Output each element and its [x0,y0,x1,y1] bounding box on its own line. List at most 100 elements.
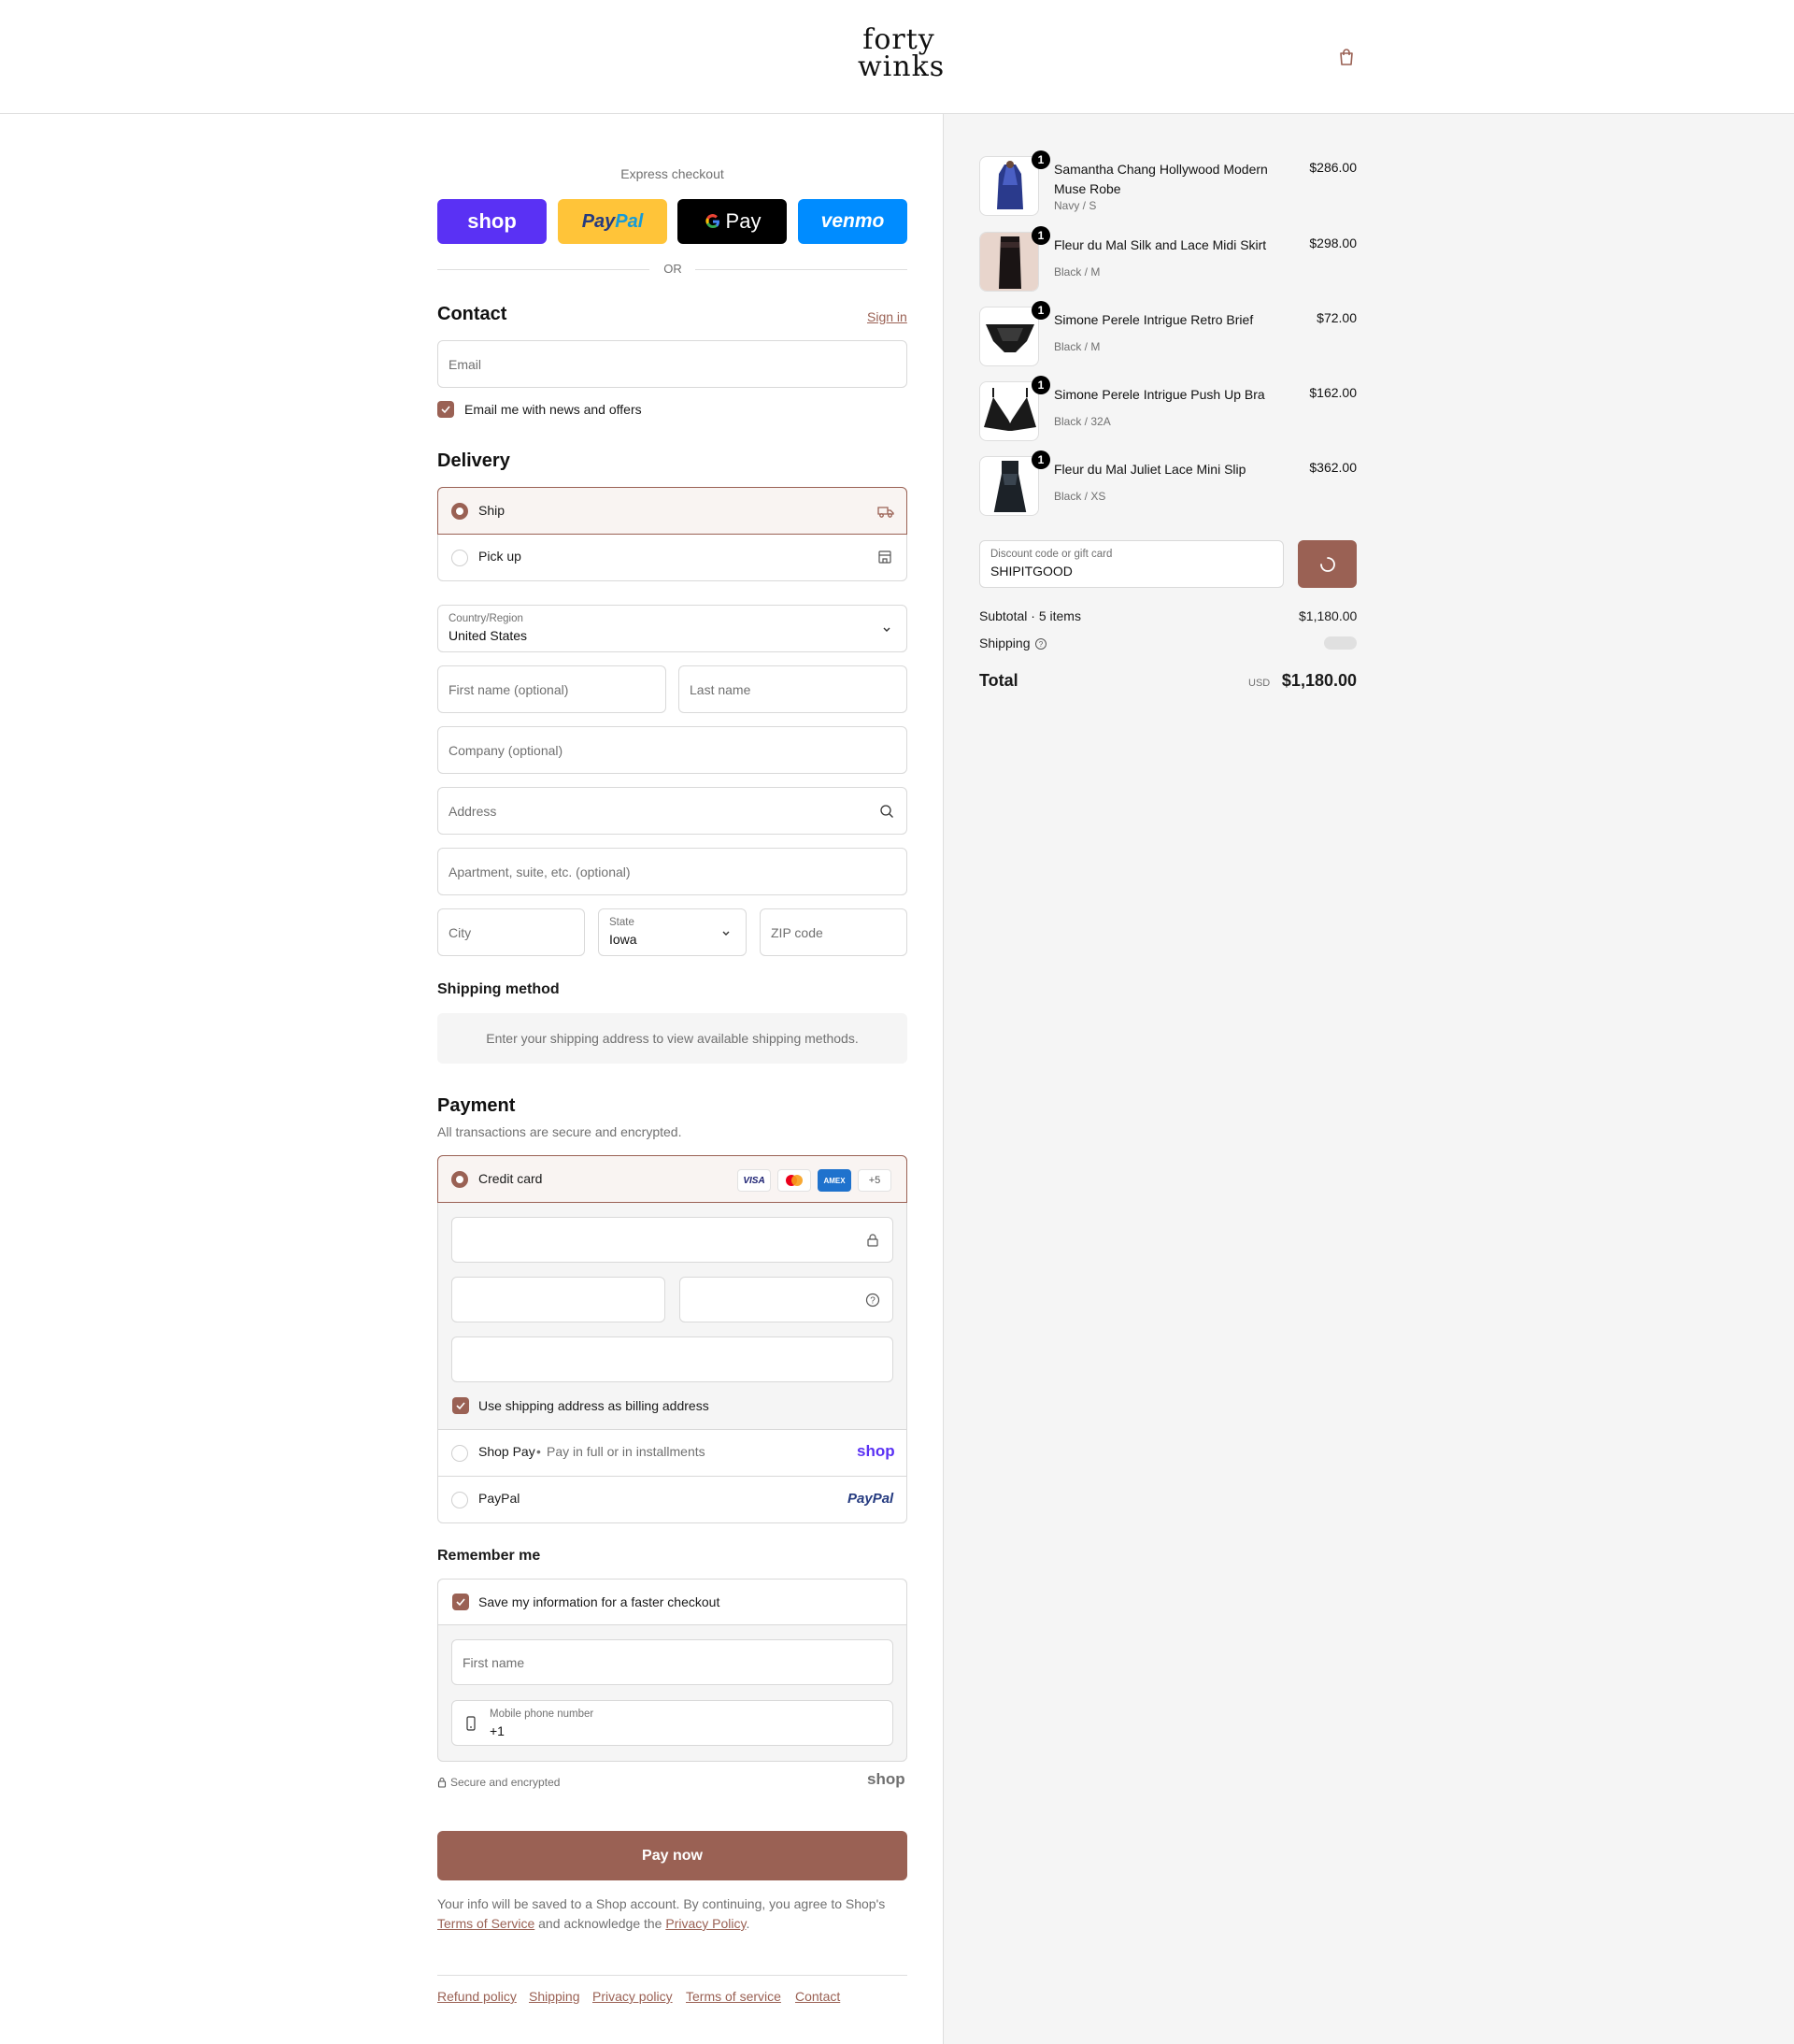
divider [437,269,649,270]
mobile-phone-value: +1 [490,1723,505,1738]
item-variant: Black / 32A [1054,415,1111,428]
legal-line: Your info will be saved to a Shop accoun… [437,1896,886,1911]
credit-card-radio[interactable] [451,1171,468,1188]
pay-now-button[interactable]: Pay now [437,1831,907,1880]
item-name: Fleur du Mal Juliet Lace Mini Slip [1054,462,1246,477]
ship-option[interactable]: Ship [437,487,907,535]
save-info-option[interactable]: Save my information for a faster checkou… [438,1579,906,1625]
footer-link-contact[interactable]: Contact [795,1989,840,2004]
email-field[interactable]: Email [437,340,907,388]
country-label: Country/Region [448,613,523,624]
header: forty winks [0,0,1794,114]
pickup-option[interactable]: Pick up [437,535,907,581]
legal-text: Your info will be saved to a Shop accoun… [437,1894,907,1934]
billing-address-label: Use shipping address as billing address [478,1398,709,1413]
state-select[interactable]: State Iowa [598,908,747,956]
state-value: Iowa [609,932,637,947]
shipping-method-notice: Enter your shipping address to view avai… [437,1013,907,1064]
store-icon [878,550,891,564]
product-thumbnail [979,307,1039,366]
discount-code-input[interactable]: Discount code or gift card SHIPITGOOD [979,540,1284,588]
google-pay-express-button[interactable]: Pay [677,199,787,244]
footer-link-privacy-policy[interactable]: Privacy policy [592,1989,673,2004]
last-name-field[interactable]: Last name [678,665,907,713]
help-icon[interactable]: ? [864,1292,881,1308]
quantity-badge: 1 [1032,450,1050,469]
shop-pay-option[interactable]: Shop Pay • Pay in full or in installment… [438,1429,906,1476]
item-variant: Black / XS [1054,490,1106,503]
paypal-option[interactable]: PayPal PayPal [438,1476,906,1522]
paypal-express-button[interactable]: Pay Pal [558,199,667,244]
zip-field[interactable]: ZIP code [760,908,907,956]
item-name: Simone Perele Intrigue Push Up Bra [1054,387,1265,402]
city-placeholder: City [448,924,472,940]
mobile-phone-label: Mobile phone number [490,1708,594,1720]
sign-in-link[interactable]: Sign in [867,309,907,324]
or-separator: OR [663,262,682,276]
company-field[interactable]: Company (optional) [437,726,907,774]
remember-first-name-placeholder: First name [463,1654,525,1670]
news-offers-checkbox[interactable] [437,401,454,418]
shop-pay-express-button[interactable]: shop [437,199,547,244]
first-name-field[interactable]: First name (optional) [437,665,666,713]
footer-link-shipping[interactable]: Shipping [529,1989,580,2004]
terms-of-service-link[interactable]: Terms of Service [437,1916,534,1931]
lock-icon [867,1234,878,1247]
product-thumbnail [979,232,1039,292]
contact-heading: Contact [437,304,507,324]
pickup-radio[interactable] [451,550,468,566]
item-name: Samantha Chang Hollywood Modern Muse Rob… [1054,162,1268,196]
address-placeholder: Address [448,803,497,819]
ship-radio[interactable] [451,503,468,520]
delivery-heading: Delivery [437,450,510,471]
search-icon[interactable] [878,803,895,820]
name-on-card-field[interactable] [451,1336,893,1382]
order-item: 1 Samantha Chang Hollywood Modern Muse R… [979,150,1357,222]
currency-code: USD [1248,678,1271,689]
last-name-placeholder: Last name [690,681,751,697]
product-thumbnail [979,381,1039,441]
credit-card-label: Credit card [478,1171,543,1186]
store-logo[interactable]: forty winks [858,26,944,81]
expiration-date-field[interactable] [451,1277,665,1322]
bullet-separator: • [536,1444,541,1459]
footer-link-terms-of-service[interactable]: Terms of service [686,1989,781,2004]
pickup-label: Pick up [478,549,521,564]
express-checkout-title: Express checkout [620,166,724,181]
news-offers-label: Email me with news and offers [464,402,642,417]
item-name: Fleur du Mal Silk and Lace Midi Skirt [1054,237,1267,252]
shop-pay-radio[interactable] [451,1445,468,1462]
paypal-logo-pay: Pay [581,210,616,232]
chevron-down-icon [722,931,730,936]
card-number-field[interactable] [451,1217,893,1263]
help-icon[interactable]: ? [1034,637,1047,650]
venmo-express-button[interactable]: venmo [798,199,907,244]
cart-icon[interactable] [1336,47,1357,67]
billing-address-checkbox[interactable] [452,1397,469,1414]
security-code-field[interactable]: ? [679,1277,893,1322]
shipping-value-placeholder [1324,636,1357,650]
legal-end: . [746,1916,750,1931]
footer-link-refund-policy[interactable]: Refund policy [437,1989,517,2004]
mobile-phone-field[interactable]: Mobile phone number +1 [451,1700,893,1746]
checkmark-icon [441,406,450,414]
mastercard-icon [777,1169,811,1192]
address-field[interactable]: Address [437,787,907,835]
total-value: $1,180.00 [1281,671,1357,690]
subtotal-label: Subtotal · 5 items [979,608,1081,623]
amex-icon: AMEX [818,1169,851,1192]
privacy-policy-link[interactable]: Privacy Policy [665,1916,746,1931]
remember-first-name-field[interactable]: First name [451,1639,893,1685]
shop-logo: shop [867,1770,905,1788]
lock-icon [437,1777,447,1788]
paypal-radio[interactable] [451,1492,468,1508]
save-info-checkbox[interactable] [452,1594,469,1610]
state-label: State [609,917,634,928]
payment-heading: Payment [437,1095,516,1116]
apartment-field[interactable]: Apartment, suite, etc. (optional) [437,848,907,895]
item-name: Simone Perele Intrigue Retro Brief [1054,312,1254,327]
country-select[interactable]: Country/Region United States [437,605,907,652]
apply-discount-button[interactable] [1298,540,1357,588]
city-field[interactable]: City [437,908,585,956]
quantity-badge: 1 [1032,376,1050,394]
